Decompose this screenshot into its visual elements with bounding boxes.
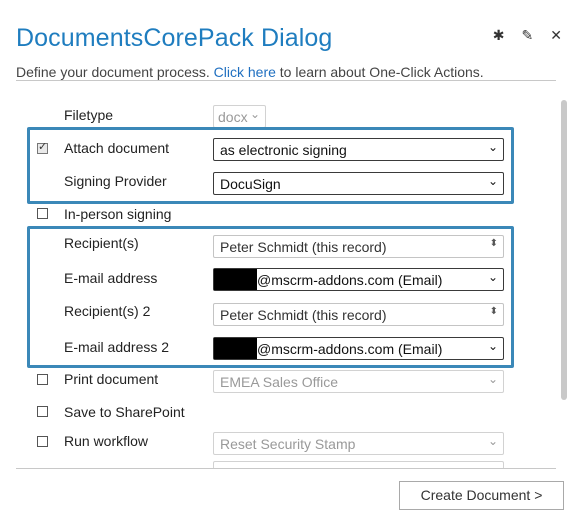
attach-document-label: Attach document [64,140,170,156]
recipient2-value: Peter Schmidt (this record) [220,306,387,323]
filetype-value: docx [218,108,248,125]
save-sharepoint-checkbox[interactable] [37,406,48,417]
email1-label: E-mail address [64,270,158,286]
recipient1-label: Recipient(s) [64,235,139,251]
run-workflow-label: Run workflow [64,433,149,449]
email2-select[interactable]: @mscrm-addons.com (Email) ⌄ [213,337,504,360]
print-document-label: Print document [64,371,159,387]
recipient2-select[interactable]: Peter Schmidt (this record) ⬍ [213,303,504,326]
email2-label: E-mail address 2 [64,339,170,355]
attach-mode-value: as electronic signing [220,141,347,158]
workflow-value: Reset Security Stamp [220,435,356,452]
close-icon[interactable]: ✕ [550,28,562,42]
email1-value: @mscrm-addons.com (Email) [257,271,443,288]
email2-value: @mscrm-addons.com (Email) [257,340,443,357]
signing-provider-select[interactable]: DocuSign ⌄ [213,172,504,195]
chevron-down-icon: ⌄ [487,372,498,386]
edit-icon[interactable]: ✎ [522,28,534,42]
redacted-block [214,269,257,290]
chevron-down-icon: ⌄ [487,434,498,448]
print-document-checkbox[interactable] [37,374,48,385]
dialog-title: DocumentsCorePack Dialog [16,24,333,52]
settings-icon[interactable]: ✱ [493,28,505,42]
save-sharepoint-label: Save to SharePoint [64,404,185,420]
scrollbar[interactable] [561,100,567,400]
create-document-button[interactable]: Create Document > [399,481,564,510]
dialog-subtitle: Define your document process. Click here… [16,64,484,80]
chevron-down-icon: ⌄ [249,107,260,121]
header-divider [16,80,556,81]
chevron-down-icon: ⌄ [487,174,498,188]
chevron-down-icon: ⌄ [487,140,498,154]
signing-provider-label: Signing Provider [64,173,167,189]
chevron-down-icon: ⌄ [487,270,498,284]
chevron-down-icon: ⌄ [487,339,498,353]
in-person-signing-checkbox[interactable] [37,208,48,219]
in-person-signing-label: In-person signing [64,206,172,222]
redacted-block [214,338,257,359]
printer-select[interactable]: EMEA Sales Office ⌄ [213,370,504,393]
subtitle-text-end: to learn about One-Click Actions. [279,64,484,80]
updown-icon: ⬍ [489,306,498,317]
attach-mode-select[interactable]: as electronic signing ⌄ [213,138,504,161]
recipient1-value: Peter Schmidt (this record) [220,238,387,255]
recipient1-select[interactable]: Peter Schmidt (this record) ⬍ [213,235,504,258]
filetype-select[interactable]: docx ⌄ [213,105,266,128]
updown-icon: ⬍ [489,238,498,249]
recipient2-label: Recipient(s) 2 [64,303,151,319]
printer-value: EMEA Sales Office [220,373,339,390]
subtitle-text: Define your document process. [16,64,210,80]
signing-provider-value: DocuSign [220,175,281,192]
footer-divider [16,468,556,469]
filetype-label: Filetype [64,107,114,123]
learn-more-link[interactable]: Click here [214,64,276,80]
attach-document-checkbox[interactable] [37,140,48,154]
workflow-select[interactable]: Reset Security Stamp ⌄ [213,432,504,455]
header-icons: ✱ ✎ ✕ [493,28,562,42]
run-workflow-checkbox[interactable] [37,436,48,447]
email1-select[interactable]: @mscrm-addons.com (Email) ⌄ [213,268,504,291]
